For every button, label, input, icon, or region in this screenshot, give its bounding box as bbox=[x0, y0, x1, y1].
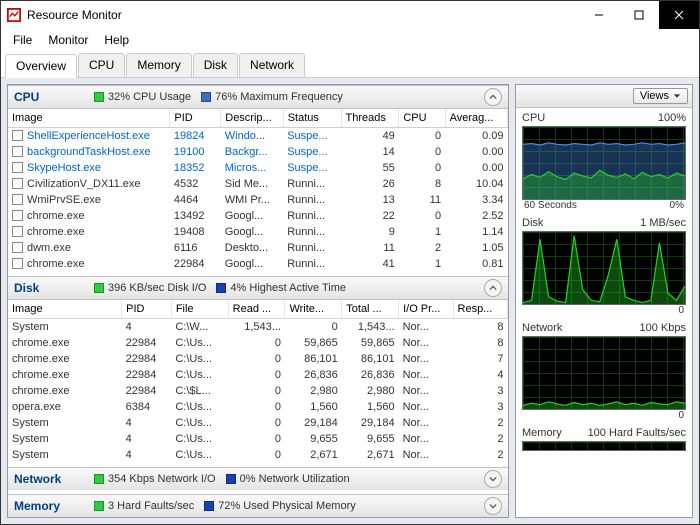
cpu-col-header[interactable]: Averag... bbox=[445, 109, 507, 128]
table-row[interactable]: backgroundTaskHost.exe19100Backgr...Susp… bbox=[8, 144, 508, 160]
table-row[interactable]: ShellExperienceHost.exe19824Windo...Susp… bbox=[8, 128, 508, 145]
graph-disk: Disk1 MB/sec0 bbox=[516, 213, 692, 318]
menu-help[interactable]: Help bbox=[96, 31, 137, 49]
cpu-freq-label: 76% Maximum Frequency bbox=[215, 91, 343, 103]
chevron-down-icon[interactable] bbox=[484, 497, 502, 515]
graph-max-label: 100 Hard Faults/sec bbox=[588, 427, 686, 439]
mem-faults-icon bbox=[94, 501, 104, 511]
graph-memory: Memory 100 Hard Faults/sec bbox=[516, 423, 692, 453]
disk-panel-header[interactable]: Disk 396 KB/sec Disk I/O 4% Highest Acti… bbox=[8, 276, 508, 300]
menu-file[interactable]: File bbox=[5, 31, 40, 49]
views-button[interactable]: Views bbox=[633, 88, 688, 104]
graph-max-label: 100% bbox=[658, 112, 686, 124]
cpu-col-header[interactable]: Descrip... bbox=[221, 109, 283, 128]
mem-used-icon bbox=[204, 501, 214, 511]
menu-monitor[interactable]: Monitor bbox=[40, 31, 96, 49]
cpu-col-header[interactable]: CPU bbox=[399, 109, 445, 128]
memory-panel-header[interactable]: Memory 3 Hard Faults/sec 72% Used Physic… bbox=[8, 494, 508, 517]
net-util-icon bbox=[226, 474, 236, 484]
window-title: Resource Monitor bbox=[27, 8, 579, 22]
net-util-label: 0% Network Utilization bbox=[240, 473, 350, 485]
disk-active-icon bbox=[216, 283, 226, 293]
net-io-label: 354 Kbps Network I/O bbox=[108, 473, 216, 485]
mem-faults-label: 3 Hard Faults/sec bbox=[108, 500, 194, 512]
graph-max-label: 100 Kbps bbox=[640, 322, 686, 334]
graph-title: Network bbox=[522, 322, 562, 334]
network-panel-header[interactable]: Network 354 Kbps Network I/O 0% Network … bbox=[8, 467, 508, 490]
disk-col-header[interactable]: PID bbox=[122, 300, 172, 319]
table-row[interactable]: chrome.exe19408Googl...Runni...911.14 bbox=[8, 224, 508, 240]
graph-max-label: 1 MB/sec bbox=[640, 217, 686, 229]
table-row[interactable]: SkypeHost.exe18352Micros...Suspe...5500.… bbox=[8, 160, 508, 176]
table-row[interactable]: chrome.exe13492Googl...Runni...2202.52 bbox=[8, 208, 508, 224]
disk-table[interactable]: ImagePIDFileRead ...Write...Total ...I/O… bbox=[8, 300, 508, 463]
chevron-down-icon[interactable] bbox=[484, 470, 502, 488]
table-row[interactable]: System4C:\Us...02,6712,671Nor...2 bbox=[8, 447, 508, 463]
graph-cpu: CPU100%60 Seconds0% bbox=[516, 108, 692, 213]
table-row[interactable]: opera.exe6384C:\Us...01,5601,560Nor...3 bbox=[8, 399, 508, 415]
chevron-up-icon[interactable] bbox=[484, 88, 502, 106]
disk-col-header[interactable]: Image bbox=[8, 300, 122, 319]
graph-network: Network100 Kbps0 bbox=[516, 318, 692, 423]
disk-col-header[interactable]: Total ... bbox=[342, 300, 399, 319]
cpu-col-header[interactable]: PID bbox=[170, 109, 221, 128]
table-row[interactable]: chrome.exe22984C:\Us...059,86559,865Nor.… bbox=[8, 335, 508, 351]
graph-title: Memory bbox=[522, 427, 562, 439]
app-icon bbox=[7, 8, 21, 22]
tab-overview[interactable]: Overview bbox=[5, 54, 77, 78]
mem-used-label: 72% Used Physical Memory bbox=[218, 500, 356, 512]
tab-network[interactable]: Network bbox=[239, 53, 305, 77]
table-row[interactable]: chrome.exe22984C:\$L...02,9802,980Nor...… bbox=[8, 383, 508, 399]
table-row[interactable]: chrome.exe22984C:\Us...026,83626,836Nor.… bbox=[8, 367, 508, 383]
table-row[interactable]: chrome.exe22984C:\Us...086,10186,101Nor.… bbox=[8, 351, 508, 367]
close-button[interactable] bbox=[659, 1, 699, 29]
cpu-usage-label: 32% CPU Usage bbox=[108, 91, 191, 103]
tab-disk[interactable]: Disk bbox=[193, 53, 238, 77]
table-row[interactable]: chrome.exe22984Googl...Runni...4110.81 bbox=[8, 256, 508, 272]
menubar: File Monitor Help bbox=[1, 29, 699, 51]
net-io-icon bbox=[94, 474, 104, 484]
cpu-col-header[interactable]: Threads bbox=[341, 109, 399, 128]
cpu-usage-icon bbox=[94, 92, 104, 102]
disk-col-header[interactable]: Read ... bbox=[228, 300, 285, 319]
tabs: Overview CPU Memory Disk Network bbox=[1, 51, 699, 78]
disk-io-label: 396 KB/sec Disk I/O bbox=[108, 282, 206, 294]
table-row[interactable]: CivilizationV_DX11.exe4532Sid Me...Runni… bbox=[8, 176, 508, 192]
disk-active-label: 4% Highest Active Time bbox=[230, 282, 346, 294]
dropdown-icon bbox=[673, 92, 681, 100]
left-pane: CPU 32% CPU Usage 76% Maximum Frequency … bbox=[7, 84, 509, 518]
table-row[interactable]: System4C:\Us...09,6559,655Nor...2 bbox=[8, 431, 508, 447]
table-row[interactable]: System4C:\Us...029,18429,184Nor...2 bbox=[8, 415, 508, 431]
cpu-col-header[interactable]: Image bbox=[8, 109, 170, 128]
disk-col-header[interactable]: Write... bbox=[285, 300, 342, 319]
table-row[interactable]: dwm.exe6116Deskto...Runni...1121.05 bbox=[8, 240, 508, 256]
cpu-freq-icon bbox=[201, 92, 211, 102]
cpu-table[interactable]: ImagePIDDescrip...StatusThreadsCPUAverag… bbox=[8, 109, 508, 272]
graph-title: CPU bbox=[522, 112, 545, 124]
table-row[interactable]: System4C:\W...1,543...01,543...Nor...8 bbox=[8, 319, 508, 336]
right-pane: Views CPU100%60 Seconds0%Disk1 MB/sec0Ne… bbox=[515, 84, 693, 518]
chevron-up-icon[interactable] bbox=[484, 279, 502, 297]
minimize-button[interactable] bbox=[579, 1, 619, 29]
graph-title: Disk bbox=[522, 217, 543, 229]
tab-cpu[interactable]: CPU bbox=[78, 53, 125, 77]
cpu-panel-header[interactable]: CPU 32% CPU Usage 76% Maximum Frequency bbox=[8, 85, 508, 109]
cpu-col-header[interactable]: Status bbox=[283, 109, 341, 128]
disk-io-icon bbox=[94, 283, 104, 293]
maximize-button[interactable] bbox=[619, 1, 659, 29]
titlebar: Resource Monitor bbox=[1, 1, 699, 29]
disk-col-header[interactable]: File bbox=[171, 300, 228, 319]
disk-col-header[interactable]: Resp... bbox=[453, 300, 507, 319]
tab-memory[interactable]: Memory bbox=[126, 53, 191, 77]
table-row[interactable]: WmiPrvSE.exe4464WMI Pr...Runni...13113.3… bbox=[8, 192, 508, 208]
disk-col-header[interactable]: I/O Pr... bbox=[399, 300, 453, 319]
